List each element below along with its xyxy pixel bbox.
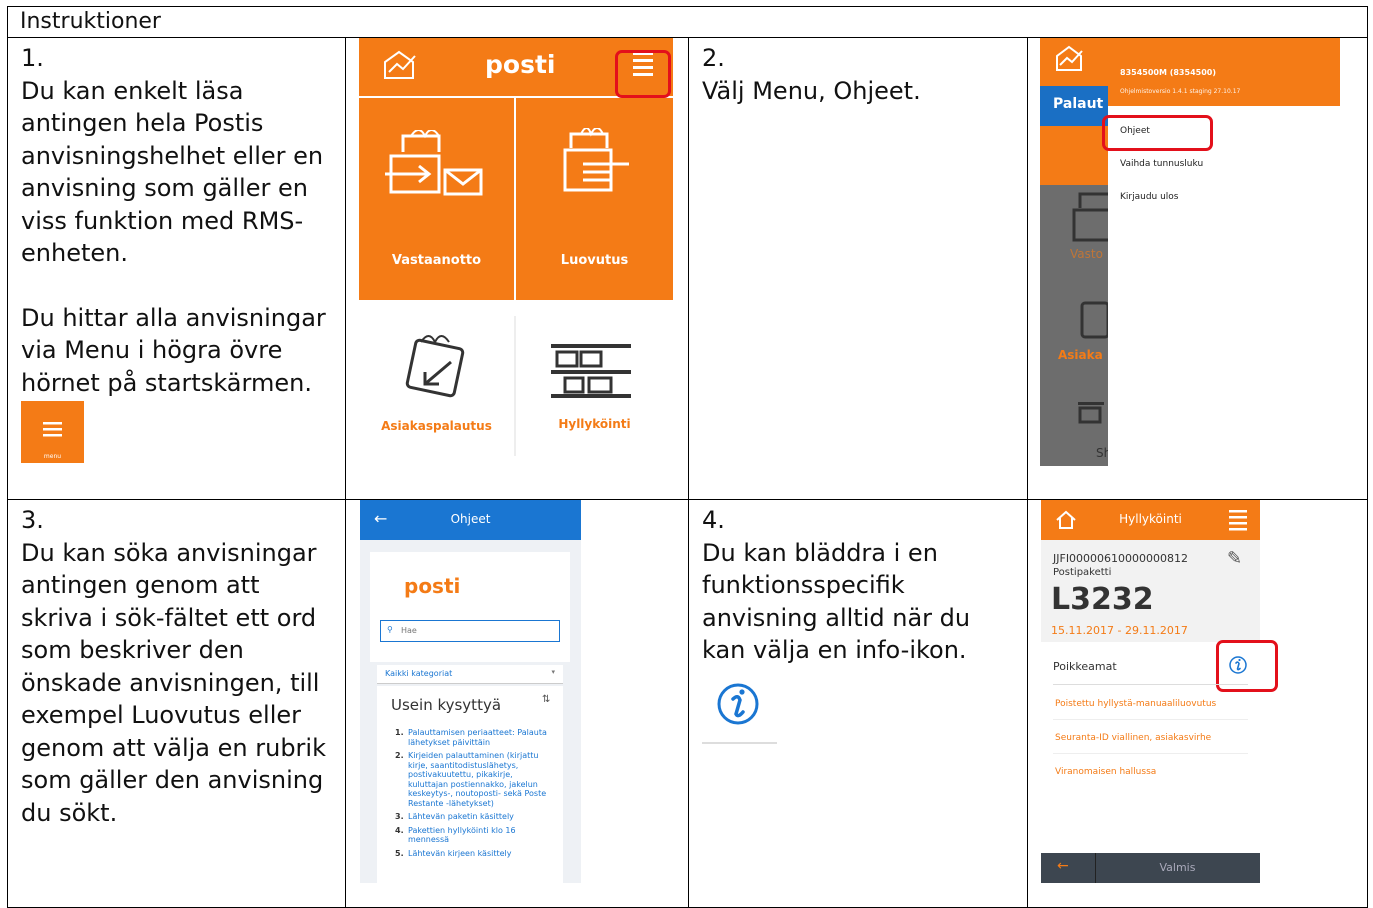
list-item[interactable]: Viranomaisen hallussa: [1055, 767, 1245, 777]
chevron-down-icon: ▾: [551, 668, 555, 676]
step-number: 4.: [702, 506, 725, 534]
list-item[interactable]: Poistettu hyllystä-manuaaliluovutus: [1055, 699, 1245, 709]
list-item[interactable]: 1. Palauttamisen periaatteet: Palauta läh…: [395, 728, 555, 747]
menu-button-sample: menu: [21, 401, 84, 463]
ohjeet-screen: ← Ohjeet posti ⚲ Hae Kaikki kategoriat ▾…: [360, 500, 581, 886]
handover-parcel-icon: [563, 128, 629, 192]
tile-asiakaspalautus[interactable]: Asiakaspalautus: [359, 419, 514, 433]
instructions-table: Instruktioner 1. Du kan enkelt läsa anti…: [6, 6, 1369, 908]
hyllykointi-screen: Hyllyköinti JJFI00000610000000812 ✎ Post…: [1041, 500, 1278, 883]
step-2-text: 2. Välj Menu, Ohjeet.: [688, 37, 1028, 500]
sort-icon[interactable]: ⇅: [542, 694, 550, 705]
hamburger-icon[interactable]: [1227, 508, 1249, 534]
menu-item-vaihda-tunnusluku[interactable]: Vaihda tunnusluku: [1120, 159, 1203, 169]
tile-vastaanotto[interactable]: Vastaanotto: [359, 253, 514, 268]
posti-logo: posti: [404, 574, 461, 598]
home-chart-icon: [384, 50, 416, 79]
category-select[interactable]: Kaikki kategoriat ▾: [377, 665, 563, 684]
posti-home-screen: posti Vastaanotto Luovutus Asiakaspalaut…: [359, 38, 673, 456]
search-icon: ⚲: [387, 625, 393, 634]
screenshot-4: Hyllyköinti JJFI00000610000000812 ✎ Post…: [1026, 499, 1369, 908]
posti-menu-screen: Palaut Vasto Asiaka Sh 8354500M (8354500…: [1040, 38, 1340, 466]
section-title: Usein kysyttyä: [391, 696, 502, 714]
shelf-icon: [551, 344, 631, 398]
shelf-icon: [1078, 402, 1104, 424]
menu-highlight: [615, 50, 671, 98]
info-icon: [702, 683, 777, 744]
section-title: Poikkeamat: [1053, 660, 1117, 673]
step-1-text: 1. Du kan enkelt läsa antingen hela Post…: [7, 37, 346, 500]
date-range: 15.11.2017 - 29.11.2017: [1051, 624, 1188, 637]
menu-item-kirjaudu-ulos[interactable]: Kirjaudu ulos: [1120, 192, 1179, 202]
step-number: 1.: [21, 44, 44, 72]
receive-parcel-icon: [1072, 192, 1110, 242]
posti-logo: posti: [485, 50, 556, 79]
screenshot-1: posti Vastaanotto Luovutus Asiakaspalaut…: [345, 37, 689, 500]
user-id: 8354500M (8354500): [1120, 68, 1216, 77]
screenshot-2: Palaut Vasto Asiaka Sh 8354500M (8354500…: [1026, 37, 1369, 500]
step-4-text: 4. Du kan bläddra i en funktionsspecifik…: [688, 499, 1028, 908]
faq-card: Usein kysyttyä ⇅ 1. Palauttamisen periaat…: [377, 686, 563, 886]
package-type: Postipaketti: [1053, 567, 1112, 578]
ohjeet-highlight: [1102, 115, 1213, 151]
tracking-code: JJFI00000610000000812: [1053, 552, 1189, 565]
list-item[interactable]: 4. Pakettien hyllyköinti klo 16 mennessä: [395, 826, 555, 845]
edit-icon[interactable]: ✎: [1227, 548, 1242, 569]
info-icon-sample: [702, 670, 777, 745]
footer-bar: ← Valmis: [1041, 853, 1260, 883]
version-text: Ohjelmistoversio 1.4.1 staging 27.10.17: [1120, 88, 1241, 95]
return-parcel-icon: [1080, 301, 1108, 339]
step-3-text: 3. Du kan söka anvisningar antingen geno…: [7, 499, 346, 908]
table-header: Instruktioner: [6, 6, 1369, 38]
done-button[interactable]: Valmis: [1095, 861, 1260, 874]
receive-parcel-icon: [385, 130, 483, 196]
back-arrow-icon[interactable]: ←: [1057, 858, 1069, 874]
shelf-code: L3232: [1051, 582, 1154, 617]
home-chart-icon: [1056, 45, 1083, 71]
search-card: posti ⚲ Hae: [370, 552, 570, 662]
list-item[interactable]: 3. Lähtevän paketin käsittely: [395, 812, 555, 822]
app-bar: Hyllyköinti: [1041, 500, 1260, 540]
return-parcel-icon: [405, 335, 465, 398]
screenshot-3: ← Ohjeet posti ⚲ Hae Kaikki kategoriat ▾…: [345, 499, 689, 908]
tile-luovutus[interactable]: Luovutus: [516, 253, 673, 268]
search-input[interactable]: ⚲ Hae: [380, 620, 560, 642]
tile-hyllykointi[interactable]: Hyllyköinti: [516, 417, 673, 431]
app-bar: ← Ohjeet: [360, 500, 581, 540]
screen-title: Ohjeet: [450, 512, 491, 526]
step-number: 3.: [21, 506, 44, 534]
list-item[interactable]: Seuranta-ID viallinen, asiakasvirhe: [1055, 733, 1245, 743]
step-number: 2.: [702, 44, 725, 72]
list-item[interactable]: 5. Lähtevän kirjeen käsittely: [395, 849, 555, 859]
list-item[interactable]: 2. Kirjeiden palauttaminen (kirjattu kirj…: [395, 751, 555, 808]
